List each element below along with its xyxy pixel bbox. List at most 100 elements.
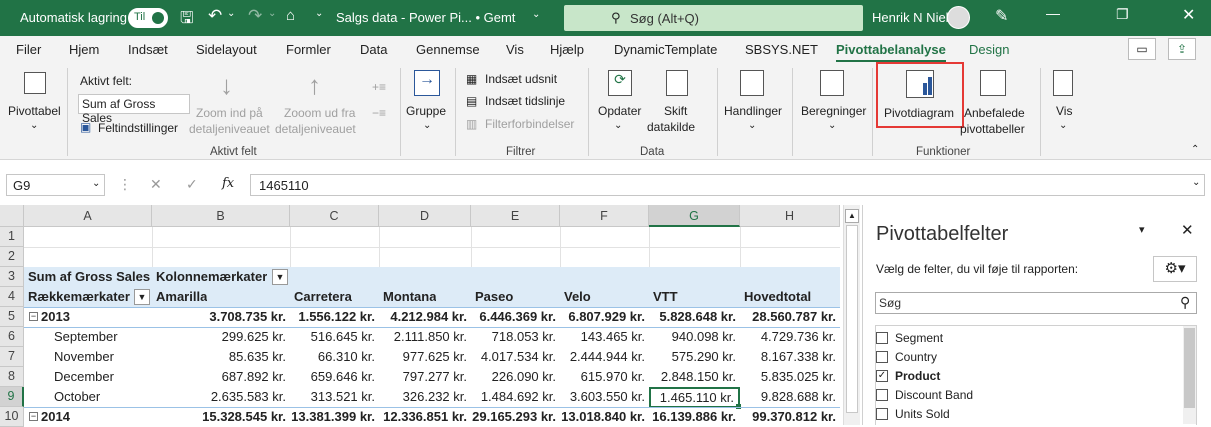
search-box[interactable]: ⚲ Søg (Alt+Q) [564, 5, 863, 31]
table-cell[interactable]: 940.098 kr. [649, 327, 740, 347]
table-cell[interactable]: 615.970 kr. [560, 367, 649, 387]
table-cell[interactable]: 6.807.929 kr. [560, 307, 649, 327]
tab-vis[interactable]: Vis [506, 42, 524, 57]
field-list-scrollbar[interactable] [1183, 326, 1196, 424]
show-button[interactable]: Vis [1056, 104, 1072, 118]
collapse-ribbon-icon[interactable]: ⌃ [1191, 144, 1199, 155]
field-checkbox-segment[interactable] [876, 332, 888, 344]
row-header[interactable]: 3 [0, 267, 24, 287]
field-name[interactable]: Product [895, 369, 940, 383]
row-header[interactable]: 4 [0, 287, 24, 307]
table-cell[interactable]: 797.277 kr. [379, 367, 471, 387]
pane-options-icon[interactable]: ▾ [1139, 223, 1145, 236]
table-cell[interactable]: 4.729.736 kr. [740, 327, 840, 347]
autosave-toggle[interactable]: Til [128, 8, 168, 28]
pivotchart-button[interactable]: Pivotdiagram [884, 106, 954, 120]
row-filter-dropdown-icon[interactable]: ▼ [134, 289, 150, 305]
select-all-corner[interactable] [0, 205, 24, 227]
cancel-icon[interactable]: ✕ [150, 176, 162, 193]
table-cell[interactable]: 659.646 kr. [290, 367, 379, 387]
avatar[interactable] [947, 6, 970, 29]
tab-hjem[interactable]: Hjem [69, 42, 99, 57]
table-cell[interactable]: 99.370.812 kr. [740, 407, 840, 427]
table-cell[interactable]: 12.336.851 kr. [379, 407, 471, 427]
enter-icon[interactable]: ✓ [186, 176, 198, 193]
comments-icon[interactable]: ▭ [1128, 38, 1156, 60]
group-dropdown-icon[interactable]: ⌄ [423, 120, 431, 131]
formula-options-icon[interactable]: ⋮ [118, 176, 132, 193]
field-name[interactable]: Units Sold [895, 407, 950, 421]
redo-icon[interactable]: ↷ [248, 6, 262, 26]
table-cell[interactable]: 2.111.850 kr. [379, 327, 471, 347]
calculations-dropdown-icon[interactable]: ⌄ [828, 120, 836, 131]
undo-dropdown-icon[interactable]: ⌄ [227, 8, 235, 19]
customize-toolbar-icon[interactable]: ⌂ [286, 7, 295, 24]
table-cell[interactable]: 4.212.984 kr. [379, 307, 471, 327]
column-header[interactable]: B [152, 205, 290, 227]
pivottable-button[interactable]: Pivottabel [8, 104, 61, 118]
field-list-scroll-thumb[interactable] [1184, 328, 1195, 408]
show-dropdown-icon[interactable]: ⌄ [1059, 120, 1067, 131]
save-icon[interactable]: 🖫 [180, 7, 194, 34]
table-cell[interactable]: 85.635 kr. [152, 347, 290, 367]
column-header[interactable]: F [560, 205, 649, 227]
insert-timeline-button[interactable]: Indsæt tidslinje [485, 94, 565, 108]
insert-function-icon[interactable]: fx [222, 176, 234, 191]
column-header[interactable]: E [471, 205, 560, 227]
table-cell[interactable]: 6.446.369 kr. [471, 307, 560, 327]
row-header[interactable]: 8 [0, 367, 24, 387]
change-source-label-2[interactable]: datakilde [647, 120, 695, 134]
table-cell[interactable]: 5.835.025 kr. [740, 367, 840, 387]
table-cell[interactable]: 575.290 kr. [649, 347, 740, 367]
field-checkbox-product[interactable]: ✓ [876, 370, 888, 382]
table-cell[interactable]: 2.635.583 kr. [152, 387, 290, 407]
table-cell[interactable]: 29.165.293 kr. [471, 407, 560, 427]
table-cell[interactable]: 66.310 kr. [290, 347, 379, 367]
name-box-dropdown-icon[interactable]: ⌄ [92, 178, 100, 189]
table-cell[interactable]: 299.625 kr. [152, 327, 290, 347]
formula-input[interactable]: 1465110 [250, 174, 1205, 196]
field-checkbox-units-sold[interactable] [876, 408, 888, 420]
table-cell[interactable]: 28.560.787 kr. [740, 307, 840, 327]
field-name[interactable]: Segment [895, 331, 943, 345]
column-header[interactable]: D [379, 205, 471, 227]
tab-dynamictemplate[interactable]: DynamicTemplate [614, 42, 717, 57]
active-field-input[interactable]: Sum af Gross Sales [78, 94, 190, 125]
expand-formula-icon[interactable]: ⌄ [1192, 177, 1200, 188]
share-icon[interactable]: ⇪ [1168, 38, 1196, 60]
recommended-label-1[interactable]: Anbefalede [964, 106, 1025, 120]
table-cell[interactable]: 4.017.534 kr. [471, 347, 560, 367]
pivottable-dropdown-icon[interactable]: ⌄ [30, 120, 38, 131]
tab-gennemse[interactable]: Gennemse [416, 42, 480, 57]
sheet-scrollbar[interactable]: ▲ [843, 205, 860, 425]
collapse-2013-icon[interactable]: − [29, 312, 38, 321]
calculations-button[interactable]: Beregninger [801, 104, 866, 118]
table-cell[interactable]: 3.708.735 kr. [152, 307, 290, 327]
table-cell[interactable]: 516.645 kr. [290, 327, 379, 347]
scroll-up-icon[interactable]: ▲ [845, 209, 859, 223]
undo-icon[interactable]: ↶ [208, 6, 222, 26]
zoom-out-label-1[interactable]: Zooom ud fra [284, 106, 355, 120]
table-cell[interactable]: 1.556.122 kr. [290, 307, 379, 327]
table-cell[interactable]: 13.018.840 kr. [560, 407, 649, 427]
table-cell[interactable]: 5.828.648 kr. [649, 307, 740, 327]
toolbar-more-icon[interactable]: ⌄ [315, 8, 323, 19]
table-cell[interactable]: 16.139.886 kr. [649, 407, 740, 427]
actions-dropdown-icon[interactable]: ⌄ [748, 120, 756, 131]
table-cell[interactable]: 143.465 kr. [560, 327, 649, 347]
zoom-in-label-2[interactable]: detaljeniveauet [189, 122, 270, 136]
column-header-selected[interactable]: G [649, 205, 740, 227]
tab-indsaet[interactable]: Indsæt [128, 42, 168, 57]
collapse-field-icon[interactable]: −≡ [372, 106, 386, 120]
pane-close-icon[interactable]: ✕ [1181, 221, 1194, 239]
change-source-label-1[interactable]: Skift [664, 104, 687, 118]
row-header[interactable]: 5 [0, 307, 24, 327]
field-name[interactable]: Discount Band [895, 388, 973, 402]
table-cell[interactable]: 313.521 kr. [290, 387, 379, 407]
name-box[interactable]: G9 [6, 174, 105, 196]
collapse-2014-icon[interactable]: − [29, 412, 38, 421]
filter-connections-button[interactable]: Filterforbindelser [485, 117, 574, 131]
refresh-dropdown-icon[interactable]: ⌄ [614, 120, 622, 131]
table-cell[interactable]: 3.603.550 kr. [560, 387, 649, 407]
tab-sbsys[interactable]: SBSYS.NET [745, 42, 818, 57]
